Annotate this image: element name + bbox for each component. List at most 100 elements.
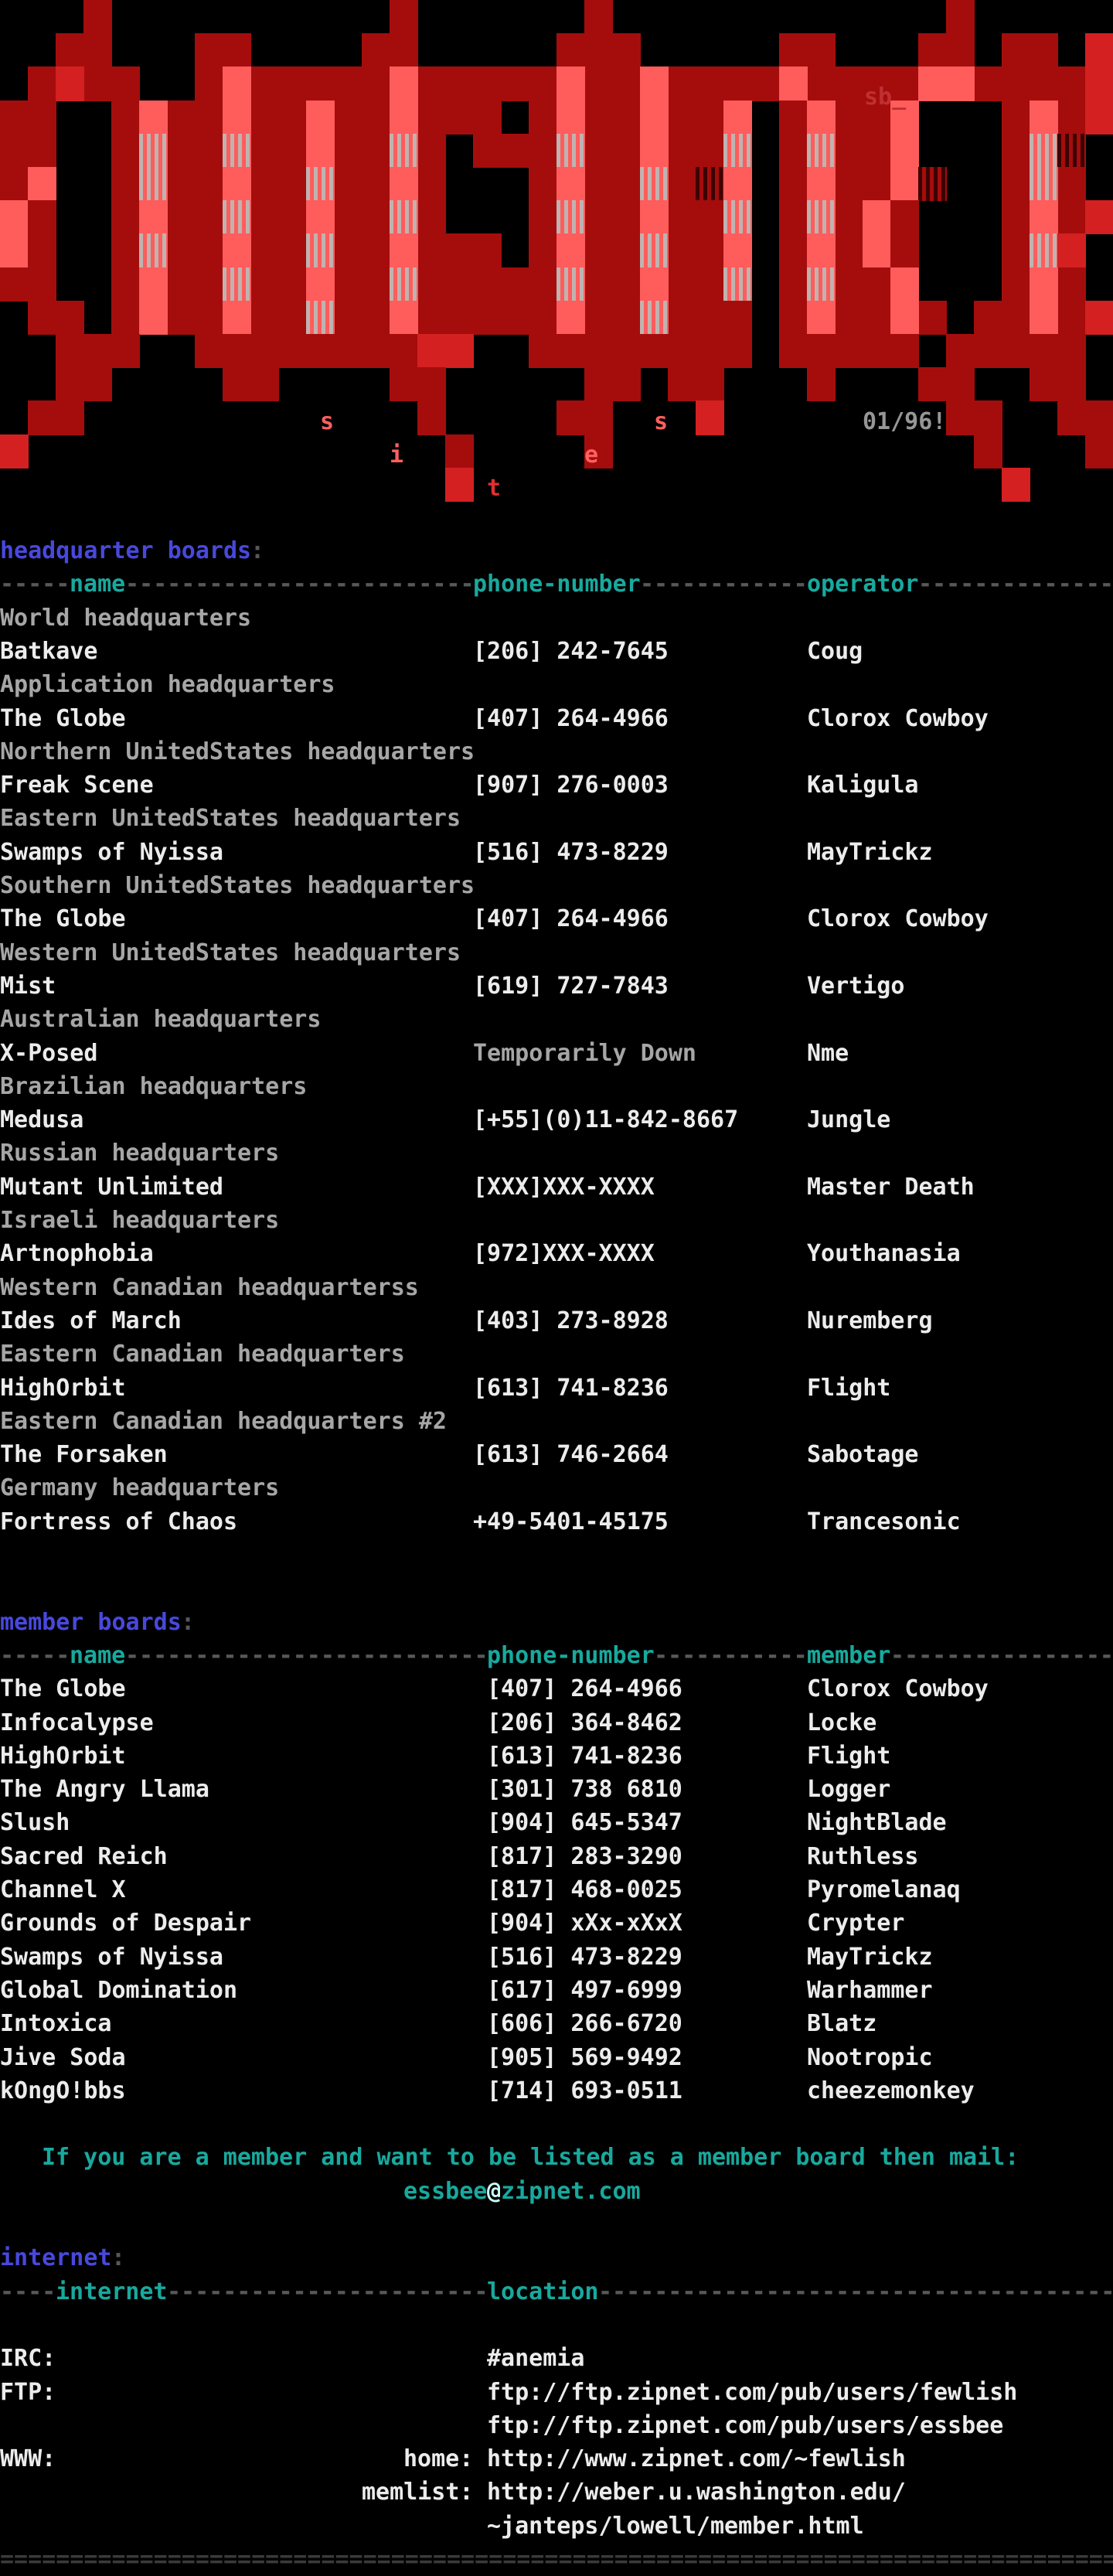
logo-art-block	[640, 233, 669, 267]
logo-art-block	[195, 334, 279, 368]
hq-board-operator: Flight	[807, 1371, 890, 1405]
internet-label: IRC:	[0, 2342, 56, 2375]
logo-art-block	[1085, 434, 1113, 469]
member-board-phone: [206] 364-8462	[487, 1706, 682, 1739]
member-board-member: Nootropic	[807, 2041, 933, 2074]
logo-art-block	[779, 66, 808, 101]
logo-art-block	[556, 33, 641, 67]
logo-art-block	[1057, 400, 1113, 434]
member-board-phone: [606] 266-6720	[487, 2007, 682, 2040]
logo-art-block	[723, 200, 752, 234]
hq-board-name: X-Posed	[0, 1037, 97, 1070]
member-board-member: Ruthless	[807, 1840, 919, 1873]
member-board-name: The Globe	[0, 1672, 126, 1705]
member-board-name: Slush	[0, 1806, 70, 1839]
internet-value: http://www.zipnet.com/~fewlish	[487, 2442, 906, 2475]
email-domain: zipnet.com	[501, 2175, 641, 2208]
scatter-letter: s	[654, 405, 668, 438]
logo-art-block	[807, 167, 836, 201]
member-board-phone: [904] xXx-xXxX	[487, 1906, 682, 1940]
logo-art-block	[445, 101, 502, 135]
logo-art-block	[139, 301, 168, 335]
member-board-name: Jive Soda	[0, 2041, 126, 2074]
logo-art-block	[390, 301, 418, 335]
logo-art-block	[28, 200, 56, 234]
logo-art-block	[417, 400, 446, 434]
logo-art-block	[306, 101, 335, 135]
logo-art-block	[612, 334, 696, 368]
logo-art-block	[696, 167, 724, 201]
section-label-colon: :	[111, 2241, 125, 2274]
logo-art-block	[556, 66, 585, 101]
logo-art-block	[1030, 167, 1058, 201]
logo-art-block	[918, 167, 947, 201]
logo-art-block	[390, 66, 418, 101]
logo-art-block	[668, 367, 724, 401]
hq-board-operator: Coug	[807, 635, 863, 668]
logo-art-block	[807, 267, 836, 302]
hq-board-operator: Jungle	[807, 1103, 890, 1136]
member-board-name: Global Domination	[0, 1974, 237, 2007]
logo-art-block	[390, 167, 418, 201]
hq-description: Germany headquarters	[0, 1471, 279, 1504]
member-board-phone: [714] 693-0511	[487, 2074, 682, 2107]
logo-art-block	[139, 167, 168, 201]
member-board-name: Sacred Reich	[0, 1840, 168, 1873]
logo-art-block	[139, 267, 168, 302]
hq-description: Israeli headquarters	[0, 1204, 279, 1237]
logo-art-block	[223, 66, 251, 101]
logo-art-block	[918, 33, 975, 67]
logo-art-block	[946, 0, 975, 34]
logo-art-block	[946, 334, 1086, 368]
hq-board-operator: Kaligula	[807, 768, 919, 802]
logo-art-block	[28, 167, 56, 201]
logo-art-block	[223, 134, 251, 168]
logo-art-block	[640, 167, 669, 201]
logo-art-block	[28, 233, 56, 267]
logo-art-block	[445, 233, 502, 267]
member-board-phone: [817] 283-3290	[487, 1840, 682, 1873]
logo-art-block	[863, 334, 919, 368]
hq-board-operator: Master Death	[807, 1170, 975, 1204]
logo-art-block	[890, 167, 919, 201]
logo-art-block	[1030, 233, 1058, 267]
logo-art-block	[779, 33, 836, 67]
section-label-colon: :	[250, 534, 264, 567]
member-board-phone: [516] 473-8229	[487, 1941, 682, 1974]
member-board-phone: [905] 569-9492	[487, 2041, 682, 2074]
logo-art-block	[306, 134, 335, 168]
logo-art-block	[390, 200, 418, 234]
hq-board-operator: MayTrickz	[807, 836, 933, 869]
logo-art-block	[223, 267, 251, 302]
logo-art-block	[0, 134, 56, 168]
header-dash: -----------	[654, 1639, 808, 1672]
logo-art-block	[556, 233, 585, 267]
logo-art-block	[390, 0, 418, 34]
logo-art-block	[946, 400, 1002, 434]
logo-art-block	[306, 267, 335, 302]
hq-board-phone: [972]XXX-XXXX	[473, 1237, 655, 1270]
hq-description: Australian headquarters	[0, 1003, 321, 1036]
hq-board-name: Batkave	[0, 635, 97, 668]
logo-art-block	[556, 200, 585, 234]
logo-art-block	[1002, 33, 1058, 67]
logo-art-block	[0, 167, 29, 201]
logo-art-block	[139, 200, 168, 234]
hq-description: Brazilian headquarters	[0, 1070, 307, 1103]
hq-description: World headquarters	[0, 601, 251, 635]
logo-art-block	[390, 267, 418, 302]
hq-board-phone: [619] 727-7843	[473, 969, 669, 1003]
logo-art-block	[807, 367, 836, 401]
logo-art-block	[1085, 33, 1113, 67]
member-board-phone: [817] 468-0025	[487, 1873, 682, 1906]
hq-board-name: Mist	[0, 969, 56, 1003]
scatter-letter: s	[320, 405, 334, 438]
logo-art-block	[0, 200, 29, 234]
hq-description: Eastern Canadian headquarters #2	[0, 1405, 447, 1438]
logo-art-block	[139, 134, 168, 168]
logo-art-block	[0, 233, 29, 267]
logo-art-block	[56, 66, 84, 101]
logo-art-block	[223, 367, 279, 401]
logo-art-block	[195, 66, 362, 101]
hq-board-phone: [206] 242-7645	[473, 635, 669, 668]
